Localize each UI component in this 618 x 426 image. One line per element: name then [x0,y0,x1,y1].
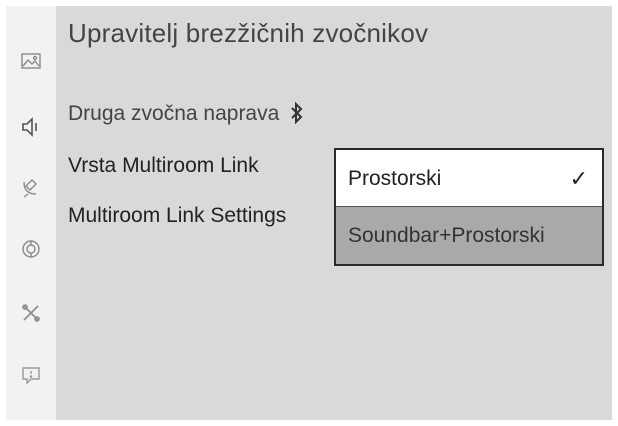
settings-sidebar [6,6,56,420]
tv-settings-screen: Upravitelj brezžičnih zvočnikov Druga zv… [0,0,618,426]
dropdown-option-label: Prostorski [348,167,442,190]
dropdown-option-prostorski[interactable]: Prostorski ✓ [336,150,602,207]
menu-item-label: Vrsta Multiroom Link [68,154,259,177]
wireless-speaker-manager-panel: Upravitelj brezžičnih zvočnikov Druga zv… [56,6,612,420]
broadcast-icon[interactable] [20,176,42,198]
picture-icon[interactable] [20,50,42,72]
multiroom-link-type-dropdown[interactable]: Prostorski ✓ Soundbar+Prostorski [334,148,604,266]
bluetooth-icon [287,101,307,125]
help-icon[interactable] [20,364,42,386]
menu-item-other-sound-device[interactable]: Druga zvočna naprava [68,101,307,126]
support-tools-icon[interactable] [20,302,42,324]
sound-icon[interactable] [20,116,42,138]
menu-item-multiroom-link-type[interactable]: Vrsta Multiroom Link [68,154,259,178]
page-title: Upravitelj brezžičnih zvočnikov [68,18,429,48]
general-icon[interactable] [20,238,42,260]
checkmark-icon: ✓ [569,166,588,191]
menu-item-label: Druga zvočna naprava [68,102,280,125]
dropdown-option-label: Soundbar+Prostorski [348,224,545,247]
menu-item-label: Multiroom Link Settings [68,204,287,227]
dropdown-option-soundbar-prostorski[interactable]: Soundbar+Prostorski [336,207,602,264]
menu-item-multiroom-link-settings[interactable]: Multiroom Link Settings [68,204,286,228]
